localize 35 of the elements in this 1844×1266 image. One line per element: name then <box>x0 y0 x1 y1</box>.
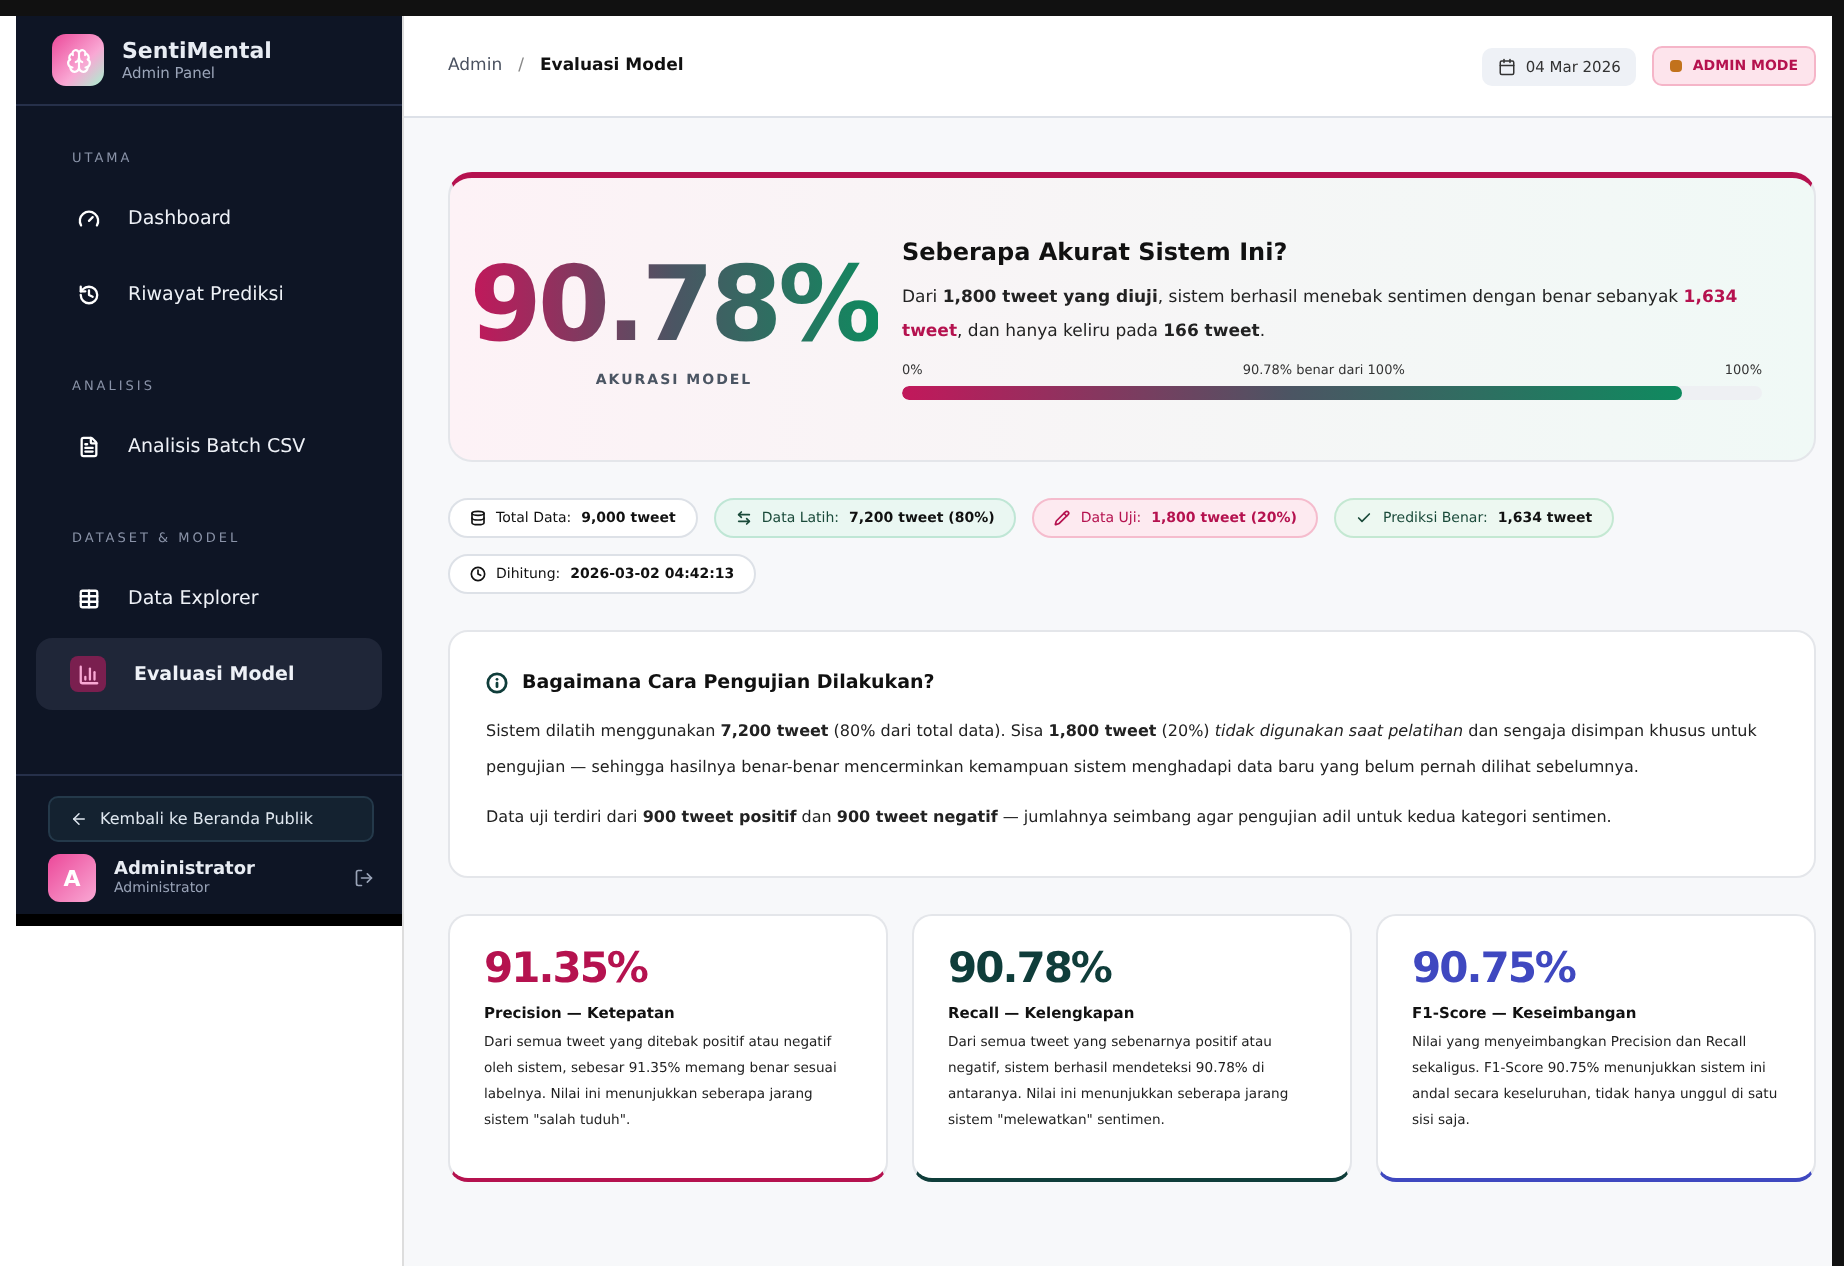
clock-icon <box>470 566 486 582</box>
info-paragraph: Sistem dilatih menggunakan 7,200 tweet (80% dari total data). Sisa 1,800 tweet (20%) tidak digunakan saat pelatihan dan sengaja disimpan khusus untuk pengujian — sehingga hasilnya benar-benar mencerminkan kemampuan sistem menghadapi data baru yang belum pernah dilihat sebelumnya. <box>486 722 1757 777</box>
nav-item[interactable]: Evaluasi Model <box>36 638 382 710</box>
arrow-left-icon <box>70 810 88 828</box>
document-icon <box>76 434 100 458</box>
metric-value: 90.78% <box>948 944 1114 993</box>
back-button[interactable]: Kembali ke Beranda Publik <box>48 796 374 842</box>
brain-logo-icon <box>52 34 104 86</box>
breadcrumb-separator: / <box>518 56 524 76</box>
info-title: Bagaimana Cara Pengujian Dilakukan? <box>522 672 935 694</box>
arrows-icon <box>735 510 752 526</box>
table-icon <box>76 586 100 610</box>
nav-item[interactable]: Dashboard <box>36 182 382 254</box>
accuracy-title: Seberapa Akurat Sistem Ini? <box>902 238 1290 266</box>
user-name: Administrator <box>114 860 257 880</box>
breadcrumb-item[interactable]: Admin <box>448 56 503 76</box>
history-icon <box>76 282 100 306</box>
accuracy-description: Dari 1,800 tweet yang diuji, sistem berhasil menebak sentimen dengan benar sebanyak 1,634 tweet, dan hanya keliru pada 166 tweet. <box>902 288 1738 342</box>
gauge-icon <box>76 206 100 230</box>
info-icon <box>486 672 508 694</box>
bar-chart-icon <box>70 656 106 692</box>
metric-value: 90.75% <box>1412 944 1578 993</box>
breadcrumb-item: Evaluasi Model <box>539 56 684 76</box>
nav-item[interactable]: Analisis Batch CSV <box>36 410 382 482</box>
user-avatar: A <box>48 854 96 902</box>
pencil-icon <box>1054 510 1071 526</box>
metric-value: 91.35% <box>484 944 650 993</box>
calendar-icon <box>1497 57 1516 75</box>
database-icon <box>470 510 486 526</box>
logout-icon[interactable] <box>354 868 374 888</box>
nav-item[interactable]: Riwayat Prediksi <box>36 258 382 330</box>
info-paragraph: Data uji terdiri dari 900 tweet positif dan 900 tweet negatif — jumlahnya seimbang agar pengujian adil untuk kedua kategori sentimen. <box>486 807 1612 826</box>
brand-name: SentiMental <box>122 38 272 64</box>
nav-item[interactable]: Data Explorer <box>36 562 382 634</box>
check-icon <box>1356 510 1373 526</box>
